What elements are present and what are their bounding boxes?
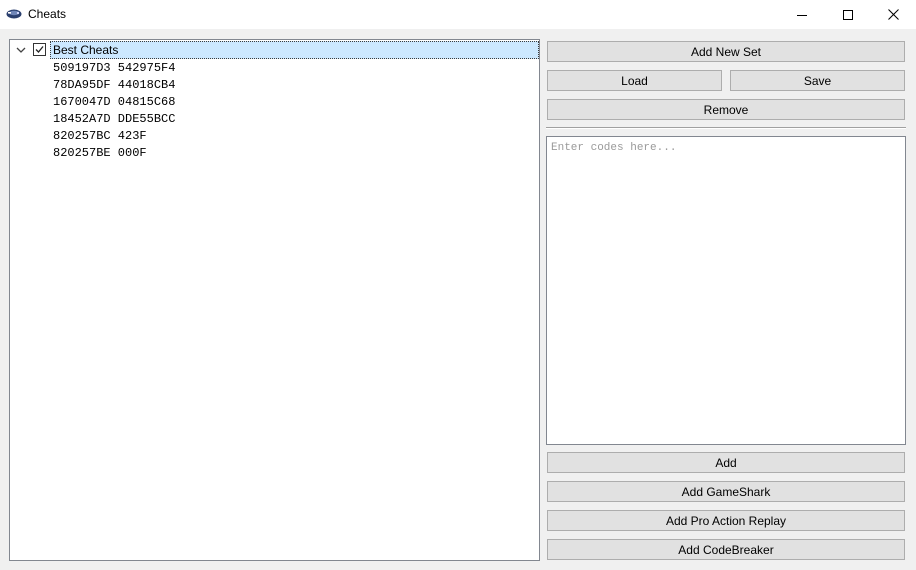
- close-icon: [887, 9, 899, 20]
- code-line[interactable]: 820257BC 423F: [53, 128, 147, 145]
- code-line[interactable]: 820257BE 000F: [53, 145, 147, 162]
- set-label[interactable]: Best Cheats: [50, 41, 539, 59]
- save-button[interactable]: Save: [730, 70, 905, 91]
- add-codebreaker-button[interactable]: Add CodeBreaker: [547, 539, 905, 560]
- checkmark-icon: [35, 46, 44, 53]
- set-checkbox[interactable]: [33, 43, 46, 56]
- code-line[interactable]: 509197D3 542975F4: [53, 60, 175, 77]
- title-bar: Cheats: [0, 0, 916, 29]
- add-pro-action-replay-button[interactable]: Add Pro Action Replay: [547, 510, 905, 531]
- chevron-down-icon[interactable]: [15, 44, 27, 56]
- remove-button[interactable]: Remove: [547, 99, 905, 120]
- gamecube-controller-icon: [6, 9, 22, 19]
- minimize-icon: [797, 14, 807, 16]
- cheat-tree[interactable]: Best Cheats 509197D3 542975F4 78DA95DF 4…: [9, 39, 540, 561]
- minimize-button[interactable]: [779, 0, 825, 29]
- codes-input[interactable]: [546, 136, 906, 445]
- load-button[interactable]: Load: [547, 70, 722, 91]
- divider: [546, 127, 906, 129]
- add-gameshark-button[interactable]: Add GameShark: [547, 481, 905, 502]
- maximize-icon: [843, 9, 853, 20]
- code-line[interactable]: 1670047D 04815C68: [53, 94, 175, 111]
- tree-root-item[interactable]: Best Cheats: [10, 41, 539, 59]
- add-button[interactable]: Add: [547, 452, 905, 473]
- code-line[interactable]: 18452A7D DDE55BCC: [53, 111, 175, 128]
- code-line[interactable]: 78DA95DF 44018CB4: [53, 77, 175, 94]
- maximize-button[interactable]: [825, 0, 871, 29]
- window-title: Cheats: [28, 7, 67, 21]
- add-new-set-button[interactable]: Add New Set: [547, 41, 905, 62]
- close-button[interactable]: [870, 0, 916, 29]
